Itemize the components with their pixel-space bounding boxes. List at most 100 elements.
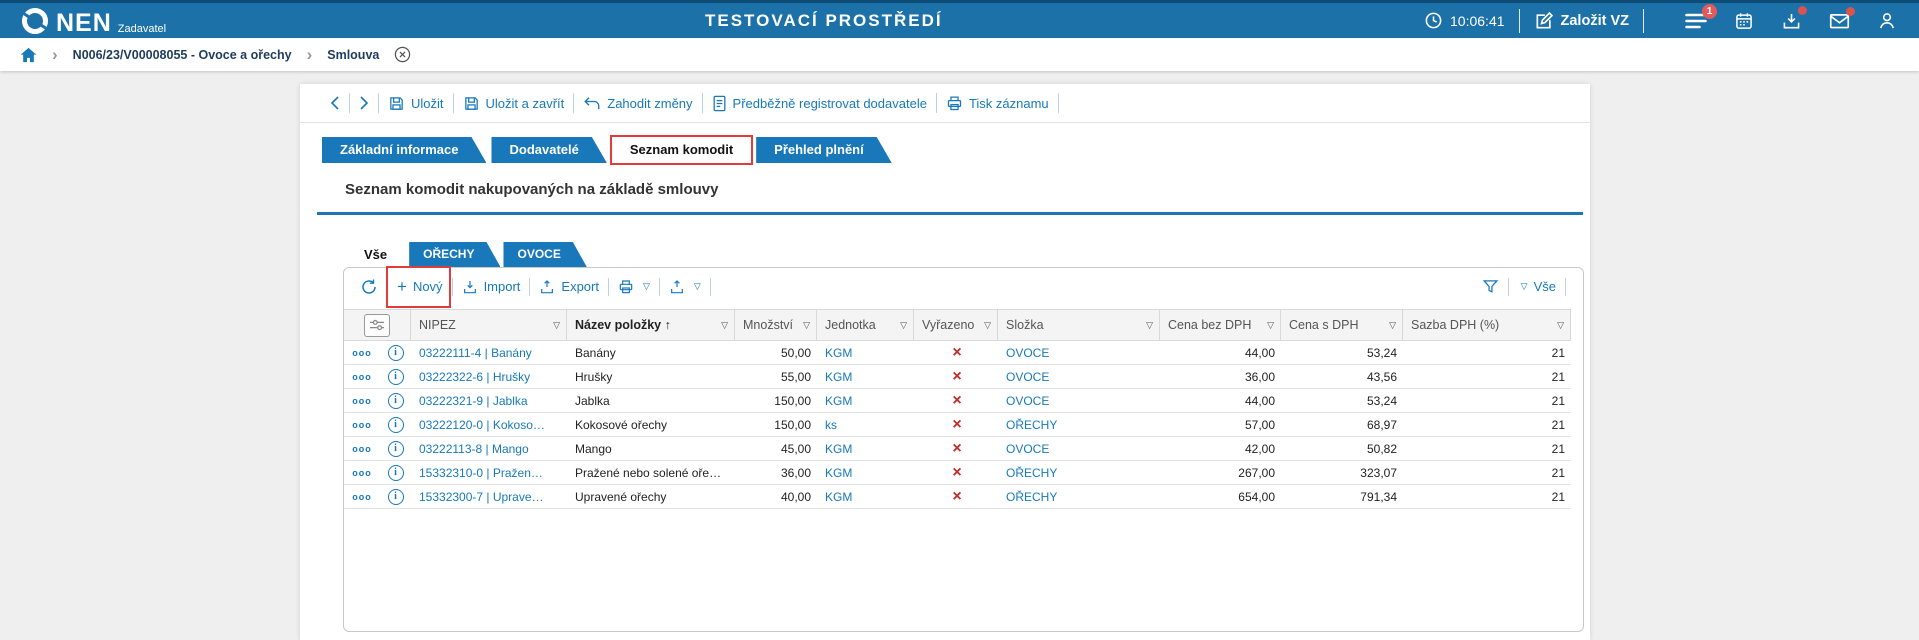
cell-gross: 53,24 bbox=[1281, 389, 1403, 413]
close-tab-icon[interactable] bbox=[394, 46, 411, 63]
row-menu-button[interactable]: ooo bbox=[344, 485, 378, 509]
row-menu-icon: ooo bbox=[352, 444, 372, 454]
save-button[interactable]: Uložit bbox=[388, 95, 444, 112]
removed-x-icon: × bbox=[952, 490, 961, 504]
column-filter-icon[interactable]: ▽ bbox=[1557, 320, 1564, 331]
cell-removed: × bbox=[914, 461, 998, 485]
user-profile-button[interactable] bbox=[1877, 11, 1897, 31]
column-chooser-button[interactable] bbox=[344, 310, 411, 340]
row-menu-button[interactable]: ooo bbox=[344, 461, 378, 485]
cell-slozka[interactable]: OVOCE bbox=[998, 437, 1160, 461]
cell-unit[interactable]: KGM bbox=[817, 341, 914, 365]
tab-zakladni-informace[interactable]: Základní informace bbox=[322, 137, 486, 163]
save-and-close-button[interactable]: Uložit a zavřít bbox=[463, 95, 565, 112]
import-button[interactable]: Import bbox=[462, 279, 521, 295]
new-item-button[interactable]: + Nový bbox=[397, 279, 443, 295]
cell-nipez[interactable]: 15332300-7 | Uprave… bbox=[411, 485, 567, 509]
notifications-menu-button[interactable]: 1 bbox=[1685, 12, 1707, 30]
row-info-button[interactable]: i bbox=[378, 413, 411, 437]
preregister-supplier-button[interactable]: Předběžně registrovat dodavatele bbox=[712, 95, 927, 112]
nav-back-button[interactable] bbox=[330, 96, 340, 110]
cell-unit[interactable]: KGM bbox=[817, 389, 914, 413]
column-header-nipez[interactable]: NIPEZ▽ bbox=[411, 310, 567, 340]
print-grid-button[interactable]: ▽ bbox=[618, 279, 650, 295]
mail-button[interactable] bbox=[1829, 12, 1850, 30]
inbox-download-button[interactable] bbox=[1781, 11, 1802, 31]
cell-unit[interactable]: KGM bbox=[817, 461, 914, 485]
column-header-vat[interactable]: Sazba DPH (%)▽ bbox=[1403, 310, 1571, 340]
commodity-subtabs: Vše OŘECHY OVOCE bbox=[345, 242, 587, 267]
subtab-ovoce[interactable]: OVOCE bbox=[503, 242, 586, 267]
create-vz-button[interactable]: Založit VZ bbox=[1534, 11, 1629, 31]
column-filter-icon[interactable]: ▽ bbox=[1267, 320, 1274, 331]
cell-unit[interactable]: KGM bbox=[817, 437, 914, 461]
row-info-button[interactable]: i bbox=[378, 485, 411, 509]
cell-name: Hrušky bbox=[567, 365, 735, 389]
column-header-slozka[interactable]: Složka▽ bbox=[998, 310, 1160, 340]
subtab-orechy[interactable]: OŘECHY bbox=[409, 242, 500, 267]
cell-name: Banány bbox=[567, 341, 735, 365]
breadcrumb-item-smlouva[interactable]: Smlouva bbox=[327, 48, 379, 62]
subtab-vse[interactable]: Vše bbox=[345, 242, 406, 267]
row-info-button[interactable]: i bbox=[378, 389, 411, 413]
column-filter-icon[interactable]: ▽ bbox=[984, 320, 991, 331]
cell-nipez[interactable]: 03222111-4 | Banány bbox=[411, 341, 567, 365]
row-info-button[interactable]: i bbox=[378, 365, 411, 389]
home-icon[interactable] bbox=[20, 47, 37, 63]
cell-net: 36,00 bbox=[1160, 365, 1281, 389]
row-menu-button[interactable]: ooo bbox=[344, 437, 378, 461]
tab-dodavatele[interactable]: Dodavatelé bbox=[491, 137, 606, 163]
cell-qty: 150,00 bbox=[735, 389, 817, 413]
column-header-gross[interactable]: Cena s DPH▽ bbox=[1281, 310, 1403, 340]
row-menu-button[interactable]: ooo bbox=[344, 389, 378, 413]
column-header-unit[interactable]: Jednotka▽ bbox=[817, 310, 914, 340]
cell-vat: 21 bbox=[1403, 485, 1571, 509]
row-menu-button[interactable]: ooo bbox=[344, 365, 378, 389]
calendar-button[interactable] bbox=[1734, 11, 1754, 31]
share-button[interactable]: ▽ bbox=[669, 279, 701, 295]
cell-unit[interactable]: ks bbox=[817, 413, 914, 437]
view-selector[interactable]: ▽ Vše bbox=[1518, 279, 1556, 294]
row-menu-icon: ooo bbox=[352, 420, 372, 430]
row-info-button[interactable]: i bbox=[378, 437, 411, 461]
discard-changes-button[interactable]: Zahodit změny bbox=[583, 95, 692, 111]
column-filter-icon[interactable]: ▽ bbox=[1146, 320, 1153, 331]
cell-slozka[interactable]: OŘECHY bbox=[998, 485, 1160, 509]
cell-nipez[interactable]: 03222120-0 | Kokoso… bbox=[411, 413, 567, 437]
nav-forward-button[interactable] bbox=[359, 96, 369, 110]
cell-nipez[interactable]: 03222322-6 | Hrušky bbox=[411, 365, 567, 389]
divider bbox=[1519, 9, 1520, 33]
table-row: oooi03222321-9 | JablkaJablka150,00KGM×O… bbox=[344, 389, 1571, 413]
column-header-qty[interactable]: Množství▽ bbox=[735, 310, 817, 340]
app-logo[interactable]: NEN Zadavatel bbox=[20, 6, 166, 36]
column-header-net[interactable]: Cena bez DPH▽ bbox=[1160, 310, 1281, 340]
column-filter-icon[interactable]: ▽ bbox=[553, 320, 560, 331]
cell-nipez[interactable]: 03222321-9 | Jablka bbox=[411, 389, 567, 413]
breadcrumb-item-contract[interactable]: N006/23/V00008055 - Ovoce a ořechy bbox=[73, 48, 292, 62]
cell-nipez[interactable]: 15332310-0 | Pražen… bbox=[411, 461, 567, 485]
column-filter-icon[interactable]: ▽ bbox=[721, 320, 728, 331]
cell-nipez[interactable]: 03222113-8 | Mango bbox=[411, 437, 567, 461]
cell-unit[interactable]: KGM bbox=[817, 485, 914, 509]
cell-slozka[interactable]: OŘECHY bbox=[998, 413, 1160, 437]
column-header-removed[interactable]: Vyřazeno▽ bbox=[914, 310, 998, 340]
filter-button[interactable] bbox=[1482, 278, 1499, 295]
row-menu-button[interactable]: ooo bbox=[344, 341, 378, 365]
column-filter-icon[interactable]: ▽ bbox=[900, 320, 907, 331]
column-header-name[interactable]: Název položky ↑▽ bbox=[567, 310, 735, 340]
row-menu-button[interactable]: ooo bbox=[344, 413, 378, 437]
column-filter-icon[interactable]: ▽ bbox=[1389, 320, 1396, 331]
row-info-button[interactable]: i bbox=[378, 341, 411, 365]
cell-slozka[interactable]: OVOCE bbox=[998, 365, 1160, 389]
refresh-button[interactable] bbox=[360, 278, 378, 296]
cell-unit[interactable]: KGM bbox=[817, 365, 914, 389]
column-filter-icon[interactable]: ▽ bbox=[803, 320, 810, 331]
cell-slozka[interactable]: OVOCE bbox=[998, 341, 1160, 365]
row-info-button[interactable]: i bbox=[378, 461, 411, 485]
cell-slozka[interactable]: OŘECHY bbox=[998, 461, 1160, 485]
tab-prehled-plneni[interactable]: Přehled plnění bbox=[756, 137, 892, 163]
cell-slozka[interactable]: OVOCE bbox=[998, 389, 1160, 413]
export-button[interactable]: Export bbox=[539, 279, 599, 295]
print-record-button[interactable]: Tisk záznamu bbox=[946, 95, 1049, 112]
tab-seznam-komodit[interactable]: Seznam komodit bbox=[612, 137, 751, 163]
